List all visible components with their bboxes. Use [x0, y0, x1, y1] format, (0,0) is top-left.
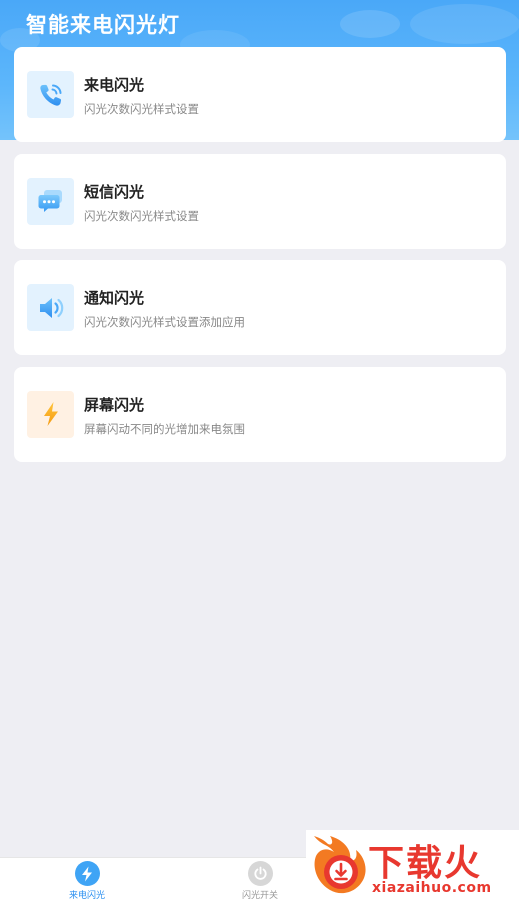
watermark-brand: 下载火	[368, 843, 483, 884]
feature-card-sms-flash[interactable]: 短信闪光 闪光次数闪光样式设置	[14, 153, 506, 249]
feature-description: 闪光次数闪光样式设置	[84, 102, 199, 116]
header-decoration	[410, 4, 519, 44]
tab-label: 来电闪光	[68, 891, 105, 900]
page-title: 智能来电闪光灯	[26, 13, 180, 37]
tab-label: 闪光开关	[241, 891, 278, 900]
phone-ringing-icon	[27, 71, 74, 118]
flame-logo-icon	[314, 836, 366, 894]
watermark-url: xiazaihuo.com	[372, 880, 492, 896]
tab-call-flash[interactable]: 来电闪光	[27, 861, 147, 900]
lightning-icon	[27, 390, 74, 438]
lightning-icon	[74, 861, 100, 886]
feature-description: 屏幕闪动不同的光增加来电氛围	[84, 421, 245, 436]
watermark-logo: 下载火 xiazaihuo.com	[306, 830, 519, 900]
feature-title: 来电闪光	[84, 76, 145, 94]
feature-title: 屏幕闪光	[84, 395, 145, 414]
feature-title: 短信闪光	[84, 182, 145, 201]
feature-description: 闪光次数闪光样式设置添加应用	[84, 315, 245, 329]
chat-bubble-icon	[27, 177, 74, 225]
tab-flash-switch[interactable]: 闪光开关	[200, 861, 320, 900]
power-icon	[247, 861, 273, 886]
header-decoration	[340, 10, 400, 38]
feature-description: 闪光次数闪光样式设置	[84, 208, 199, 223]
feature-card-call-flash[interactable]: 来电闪光 闪光次数闪光样式设置	[14, 47, 506, 142]
feature-list: 来电闪光 闪光次数闪光样式设置 短信闪光 闪光次数闪光样式设置 通知闪光 闪光次…	[14, 47, 506, 473]
speaker-icon	[27, 284, 74, 331]
feature-card-screen-flash[interactable]: 屏幕闪光 屏幕闪动不同的光增加来电氛围	[14, 366, 506, 462]
feature-card-notification-flash[interactable]: 通知闪光 闪光次数闪光样式设置添加应用	[14, 260, 506, 355]
feature-title: 通知闪光	[84, 289, 145, 307]
